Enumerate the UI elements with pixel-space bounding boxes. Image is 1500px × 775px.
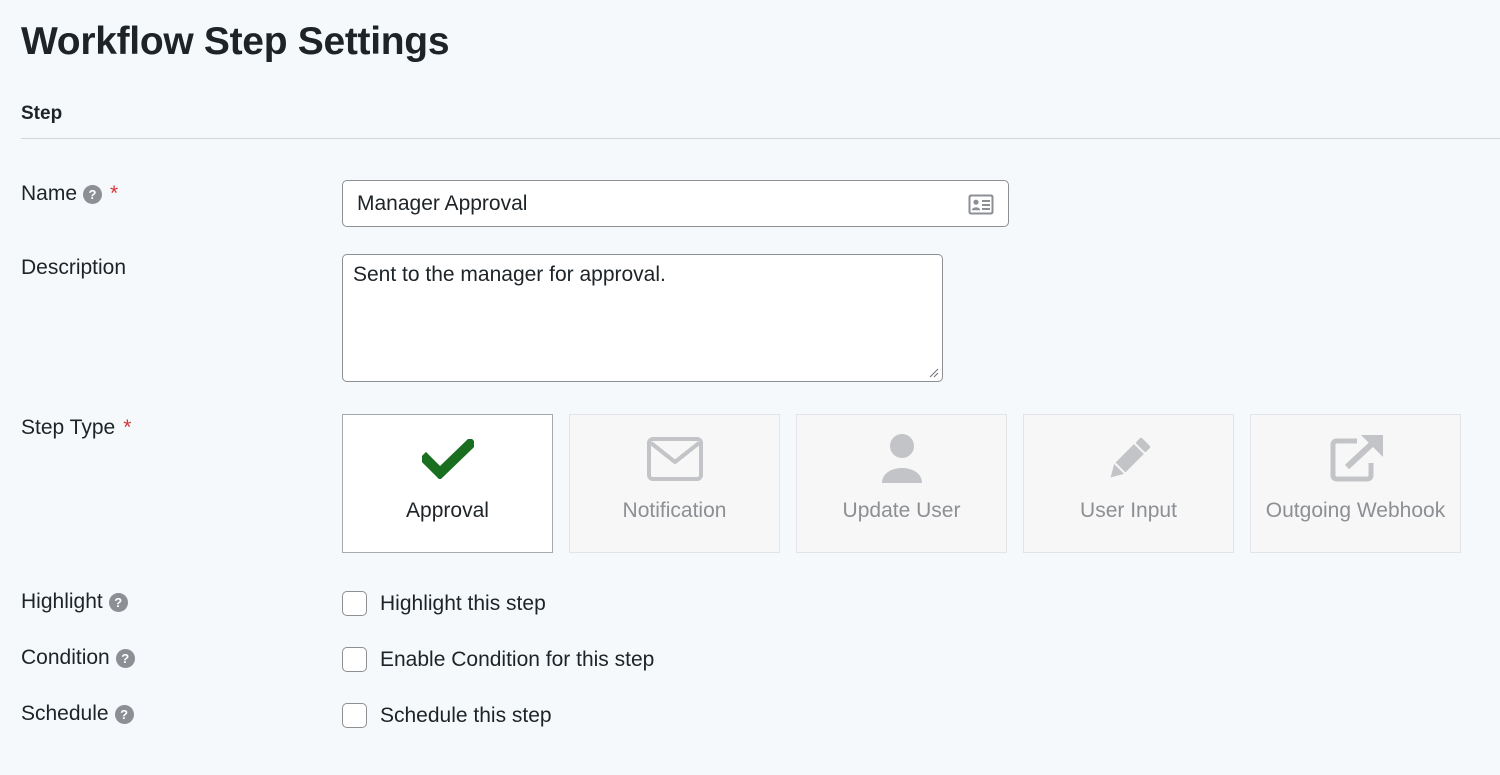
condition-label: Condition ? [21,646,135,670]
schedule-label-text: Schedule [21,702,109,725]
step-type-label: Step Type * [21,416,131,440]
question-circle-icon[interactable]: ? [83,184,103,204]
condition-row: Enable Condition for this step [342,647,654,672]
step-type-approval[interactable]: Approval [342,414,553,553]
name-input[interactable]: Manager Approval [342,180,1009,227]
pencil-icon [1110,437,1150,478]
condition-checkbox[interactable] [342,647,367,672]
description-value: Sent to the manager for approval. [353,263,666,286]
schedule-label: Schedule ? [21,702,134,726]
step-type-user-input[interactable]: User Input [1023,414,1234,553]
section-heading-step: Step [21,103,63,124]
external-link-icon [1330,435,1383,482]
schedule-checkbox[interactable] [342,703,367,728]
highlight-checkbox[interactable] [342,591,367,616]
question-circle-icon[interactable]: ? [115,648,135,668]
step-type-user-input-label: User Input [1080,499,1177,522]
step-type-update-user[interactable]: Update User [796,414,1007,553]
highlight-label-text: Highlight [21,590,103,613]
condition-checkbox-label[interactable]: Enable Condition for this step [380,648,654,672]
user-icon [881,434,922,483]
schedule-checkbox-label[interactable]: Schedule this step [380,704,552,728]
condition-label-text: Condition [21,646,110,669]
question-circle-icon[interactable]: ? [114,704,134,724]
description-textarea[interactable]: Sent to the manager for approval. [342,254,943,382]
step-type-notification-label: Notification [622,499,727,522]
section-divider [21,138,1500,139]
envelope-icon [646,437,703,481]
step-type-notification[interactable]: Notification [569,414,780,553]
step-type-approval-label: Approval [406,499,489,522]
highlight-row: Highlight this step [342,591,546,616]
step-type-outgoing-webhook[interactable]: Outgoing Webhook [1250,414,1461,553]
name-label-text: Name [21,182,78,205]
required-marker: * [110,182,119,205]
step-type-update-user-label: Update User [842,499,961,522]
name-input-value: Manager Approval [357,191,528,215]
question-circle-icon[interactable]: ? [108,592,128,612]
highlight-label: Highlight ? [21,590,128,614]
resize-grip-icon[interactable] [928,367,939,378]
required-marker: * [123,416,132,439]
step-type-label-text: Step Type [21,416,116,439]
step-type-selector: Approval Notification Update User User I… [342,414,1461,553]
description-label-text: Description [21,256,127,279]
page-title: Workflow Step Settings [21,20,450,63]
checkmark-icon [421,439,474,479]
description-label: Description [21,256,126,280]
step-type-outgoing-webhook-label: Outgoing Webhook [1265,499,1446,522]
highlight-checkbox-label[interactable]: Highlight this step [380,592,546,616]
schedule-row: Schedule this step [342,703,552,728]
name-label: Name ? * [21,182,118,206]
contact-card-icon [968,194,994,215]
